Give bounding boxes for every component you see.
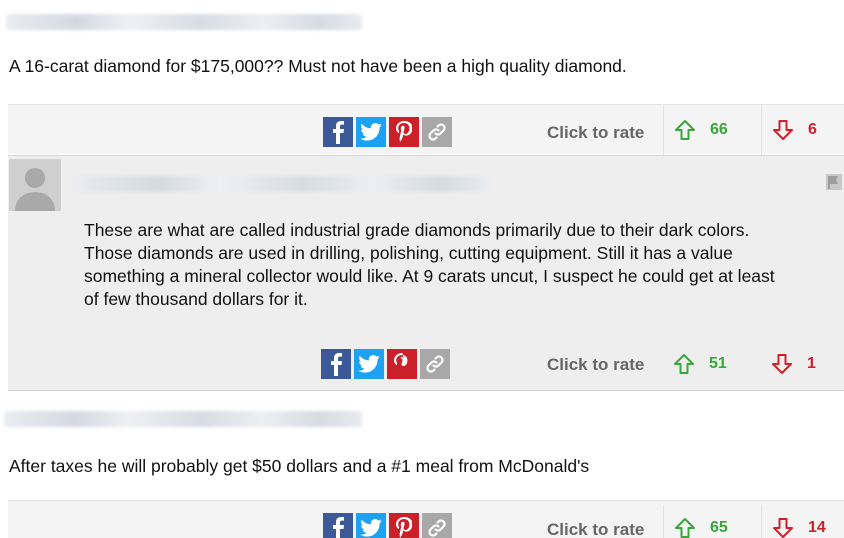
pinterest-icon[interactable] (389, 117, 419, 147)
click-to-rate-label[interactable]: Click to rate (547, 123, 644, 143)
comment-text-line-4: of few thousand dollars for it. (84, 289, 308, 309)
link-icon[interactable] (420, 349, 450, 379)
facebook-icon[interactable] (323, 513, 353, 538)
click-to-rate-label[interactable]: Click to rate (547, 520, 644, 538)
comment-author-blurred (4, 411, 362, 427)
comment-text: A 16-carat diamond for $175,000?? Must n… (9, 56, 627, 76)
upvote-button[interactable]: 51 (663, 339, 727, 389)
upvote-count: 51 (709, 355, 727, 372)
arrow-up-icon (674, 354, 694, 374)
upvote-count: 66 (710, 121, 728, 138)
comment-text-line-2: Those diamonds are used in drilling, pol… (84, 243, 733, 263)
comment-action-bar: Click to rate 65 14 (8, 500, 844, 538)
upvote-button[interactable]: 66 (663, 105, 728, 155)
comment-text: After taxes he will probably get $50 dol… (9, 456, 590, 476)
comment-text-line-1: These are what are called industrial gra… (84, 220, 750, 240)
arrow-up-icon (675, 120, 695, 140)
flag-icon[interactable] (826, 174, 842, 195)
link-icon[interactable] (422, 117, 452, 147)
upvote-count: 65 (710, 519, 728, 536)
default-avatar (9, 159, 61, 211)
pinterest-icon[interactable] (389, 513, 419, 538)
share-buttons (323, 117, 452, 147)
comment-author-blurred (76, 176, 488, 192)
twitter-icon[interactable] (354, 349, 384, 379)
downvote-count: 14 (808, 519, 826, 536)
upvote-button[interactable]: 65 (663, 505, 728, 538)
pinterest-icon[interactable] (387, 349, 417, 379)
facebook-icon[interactable] (321, 349, 351, 379)
downvote-button[interactable]: 1 (761, 339, 816, 389)
click-to-rate-label[interactable]: Click to rate (547, 355, 644, 375)
comment-action-bar: Click to rate 66 6 (8, 104, 844, 155)
facebook-icon[interactable] (323, 117, 353, 147)
downvote-button[interactable]: 14 (761, 505, 826, 538)
comment-text-line-3: something a mineral collector would like… (84, 266, 775, 286)
arrow-down-icon (773, 120, 793, 140)
twitter-icon[interactable] (356, 513, 386, 538)
arrow-down-icon (772, 354, 792, 374)
downvote-button[interactable]: 6 (761, 105, 817, 155)
comment-author-blurred (6, 14, 362, 30)
twitter-icon[interactable] (356, 117, 386, 147)
downvote-count: 6 (808, 121, 817, 138)
downvote-count: 1 (807, 355, 816, 372)
link-icon[interactable] (422, 513, 452, 538)
arrow-down-icon (773, 518, 793, 538)
share-buttons (321, 349, 450, 379)
arrow-up-icon (675, 518, 695, 538)
share-buttons (323, 513, 452, 538)
